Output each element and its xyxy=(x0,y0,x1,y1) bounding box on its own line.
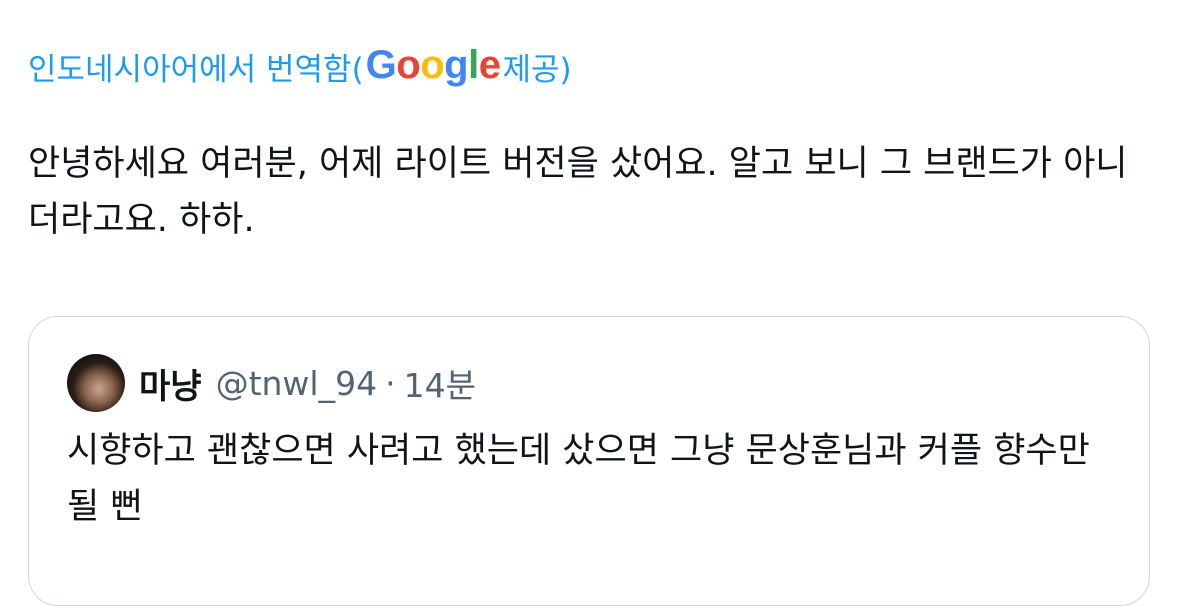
translated-from-prefix: 인도네시아어에서 번역함( xyxy=(28,51,364,88)
user-avatar[interactable] xyxy=(67,354,125,412)
quoted-tweet-text: 시향하고 괜찮으면 사려고 했는데 샀으면 그냥 문상훈님과 커플 향수만 될 … xyxy=(67,431,1090,527)
translated-from-suffix: 제공) xyxy=(502,51,572,88)
translated-from-label[interactable]: 인도네시아어에서 번역함( Google 제공) xyxy=(28,40,572,92)
quoted-timestamp[interactable]: 14분 xyxy=(404,359,476,407)
google-logo-letter: e xyxy=(478,42,501,87)
quoted-handle[interactable]: @tnwl_94 xyxy=(216,364,378,403)
quoted-tweet-card[interactable]: 마냥 @tnwl_94 · 14분 시향하고 괜찮으면 사려고 했는데 샀으면 … xyxy=(28,316,1150,606)
separator-dot: · xyxy=(385,363,396,403)
google-logo-letter: o xyxy=(420,42,445,87)
quoted-tweet-header: 마냥 @tnwl_94 · 14분 xyxy=(67,353,476,413)
google-logo-letter: g xyxy=(444,42,469,87)
tweet-text: 안녕하세요 여러분, 어제 라이트 버전을 샀어요. 알고 보니 그 브랜드가 … xyxy=(28,144,1128,240)
quoted-display-name[interactable]: 마냥 xyxy=(139,359,202,408)
google-logo-letter: l xyxy=(468,42,479,87)
google-logo: Google xyxy=(366,43,501,88)
google-logo-letter: G xyxy=(365,42,397,87)
google-logo-letter: o xyxy=(396,42,421,87)
